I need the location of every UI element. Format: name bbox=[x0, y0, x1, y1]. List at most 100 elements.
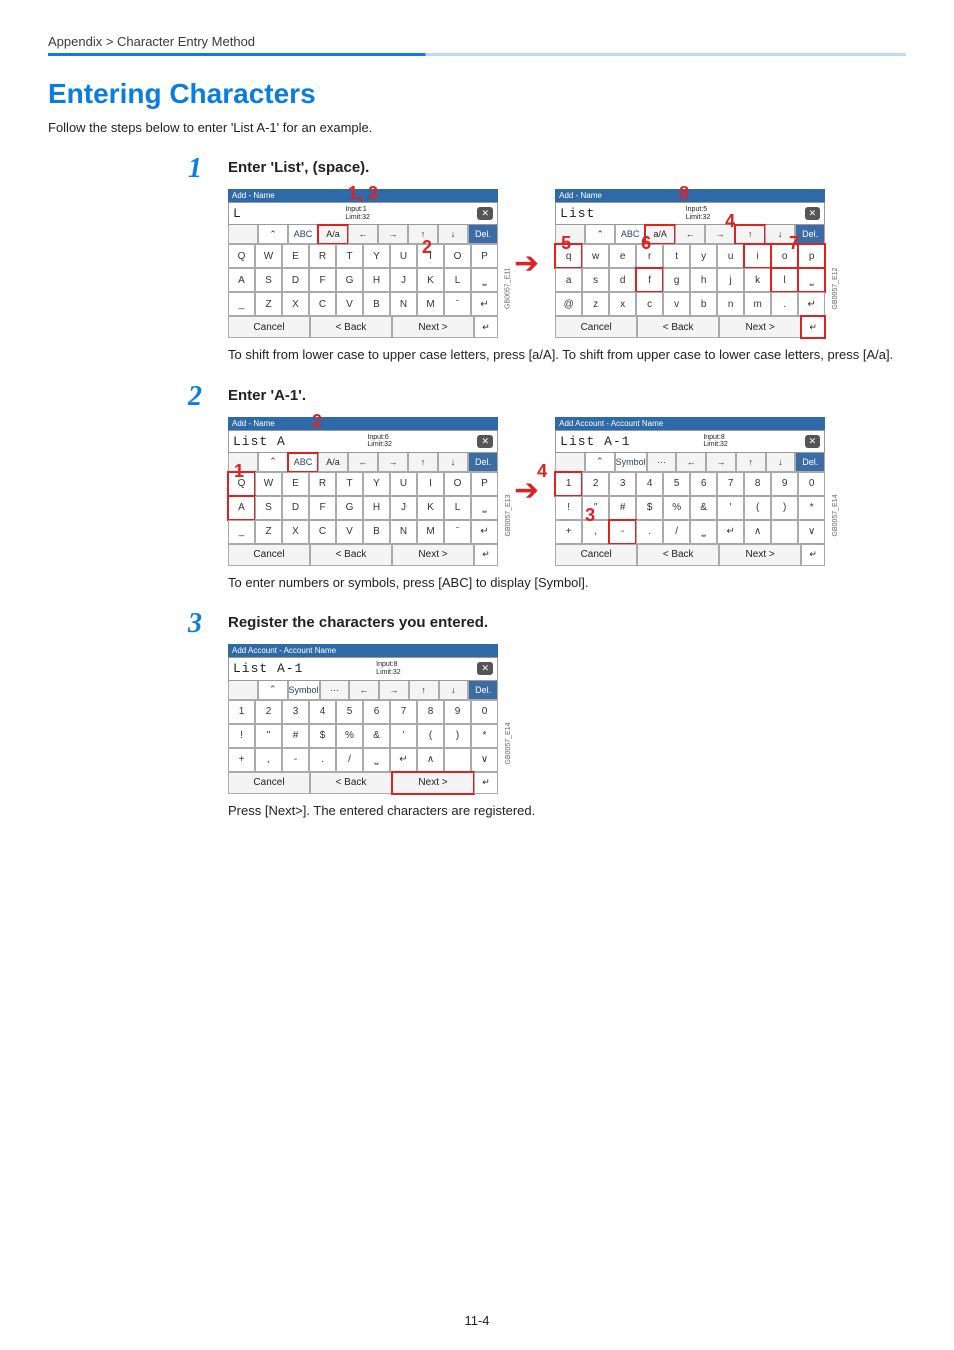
key[interactable]: V bbox=[336, 520, 363, 544]
enter-icon[interactable]: ↵ bbox=[801, 316, 825, 338]
key[interactable]: / bbox=[663, 520, 690, 544]
key[interactable]: ⎵ bbox=[798, 268, 825, 292]
key[interactable]: x bbox=[609, 292, 636, 316]
delete-button[interactable]: Del. bbox=[468, 225, 498, 244]
abc-mode-button[interactable]: ABC bbox=[288, 225, 318, 244]
key[interactable]: j bbox=[717, 268, 744, 292]
abc-mode-button[interactable]: ABC bbox=[288, 453, 318, 472]
key[interactable]: 2 bbox=[255, 700, 282, 724]
cancel-button[interactable]: Cancel bbox=[555, 544, 637, 566]
key[interactable]: $ bbox=[636, 496, 663, 520]
next-button[interactable]: Next > bbox=[392, 544, 474, 566]
key[interactable]: Z bbox=[255, 292, 282, 316]
key[interactable]: V bbox=[336, 292, 363, 316]
key[interactable]: ↵ bbox=[471, 292, 498, 316]
case-toggle-button[interactable]: A/a bbox=[318, 225, 348, 244]
key[interactable]: % bbox=[663, 496, 690, 520]
key[interactable]: w bbox=[582, 244, 609, 268]
key[interactable]: R bbox=[309, 244, 336, 268]
key[interactable]: * bbox=[471, 724, 498, 748]
key[interactable]: & bbox=[363, 724, 390, 748]
enter-icon[interactable]: ↵ bbox=[474, 544, 498, 566]
back-button[interactable]: < Back bbox=[310, 316, 392, 338]
key[interactable]: ' bbox=[717, 496, 744, 520]
cancel-button[interactable]: Cancel bbox=[555, 316, 637, 338]
key[interactable]: p bbox=[798, 244, 825, 268]
key[interactable]: 9 bbox=[771, 472, 798, 496]
key[interactable]: f bbox=[636, 268, 663, 292]
key[interactable]: A bbox=[228, 496, 255, 520]
key[interactable]: M bbox=[417, 292, 444, 316]
key[interactable]: 3 bbox=[282, 700, 309, 724]
key[interactable]: Y bbox=[363, 472, 390, 496]
key[interactable]: o bbox=[771, 244, 798, 268]
key[interactable]: N bbox=[390, 292, 417, 316]
key[interactable]: + bbox=[555, 520, 582, 544]
key[interactable]: u bbox=[717, 244, 744, 268]
key[interactable]: # bbox=[282, 724, 309, 748]
key[interactable]: i bbox=[744, 244, 771, 268]
arrow-right-icon[interactable]: → bbox=[706, 453, 736, 472]
close-icon[interactable]: ✕ bbox=[805, 435, 821, 448]
key[interactable]: . bbox=[309, 748, 336, 772]
key[interactable]: ∨ bbox=[471, 748, 498, 772]
key[interactable]: b bbox=[690, 292, 717, 316]
key[interactable]: ⎵ bbox=[363, 748, 390, 772]
caret-icon[interactable]: ⌃ bbox=[258, 681, 288, 700]
key[interactable]: & bbox=[690, 496, 717, 520]
key[interactable]: @ bbox=[555, 292, 582, 316]
caret-icon[interactable]: ⌃ bbox=[585, 453, 615, 472]
key[interactable]: E bbox=[282, 472, 309, 496]
delete-button[interactable]: Del. bbox=[468, 453, 498, 472]
key[interactable]: 3 bbox=[609, 472, 636, 496]
key[interactable]: G bbox=[336, 268, 363, 292]
back-button[interactable]: < Back bbox=[637, 544, 719, 566]
delete-button[interactable]: Del. bbox=[468, 681, 498, 700]
key[interactable]: 7 bbox=[717, 472, 744, 496]
key[interactable]: O bbox=[444, 472, 471, 496]
key[interactable]: C bbox=[309, 520, 336, 544]
key[interactable]: v bbox=[663, 292, 690, 316]
caret-icon[interactable]: ⌃ bbox=[258, 225, 288, 244]
key[interactable]: ↵ bbox=[798, 292, 825, 316]
back-button[interactable]: < Back bbox=[637, 316, 719, 338]
arrow-left-icon[interactable]: ← bbox=[675, 225, 705, 244]
arrow-left-icon[interactable]: ← bbox=[348, 225, 378, 244]
key[interactable]: 9 bbox=[444, 700, 471, 724]
key[interactable]: J bbox=[390, 268, 417, 292]
key[interactable]: ˉ bbox=[444, 292, 471, 316]
key[interactable]: m bbox=[744, 292, 771, 316]
key[interactable]: H bbox=[363, 268, 390, 292]
key[interactable]: ⎵ bbox=[690, 520, 717, 544]
key[interactable]: _ bbox=[228, 520, 255, 544]
key[interactable]: _ bbox=[228, 292, 255, 316]
key[interactable]: 8 bbox=[417, 700, 444, 724]
delete-button[interactable]: Del. bbox=[795, 453, 825, 472]
key[interactable]: ∧ bbox=[744, 520, 771, 544]
key[interactable]: F bbox=[309, 496, 336, 520]
key[interactable]: I bbox=[417, 472, 444, 496]
delete-button[interactable]: Del. bbox=[795, 225, 825, 244]
key[interactable]: " bbox=[255, 724, 282, 748]
arrow-up-icon[interactable]: ↑ bbox=[408, 225, 438, 244]
arrow-right-icon[interactable]: → bbox=[378, 225, 408, 244]
key[interactable]: F bbox=[309, 268, 336, 292]
key[interactable]: ˉ bbox=[444, 520, 471, 544]
key[interactable]: L bbox=[444, 268, 471, 292]
key[interactable]: I bbox=[417, 244, 444, 268]
key[interactable]: B bbox=[363, 520, 390, 544]
key[interactable]: Q bbox=[228, 472, 255, 496]
key[interactable]: s bbox=[582, 268, 609, 292]
key[interactable]: + bbox=[228, 748, 255, 772]
key[interactable]: ⎵ bbox=[471, 268, 498, 292]
next-button[interactable]: Next > bbox=[719, 316, 801, 338]
close-icon[interactable]: ✕ bbox=[805, 207, 821, 220]
next-button[interactable]: Next > bbox=[392, 772, 474, 794]
key[interactable]: $ bbox=[309, 724, 336, 748]
dots-button[interactable]: ··· bbox=[647, 453, 677, 472]
key[interactable]: 6 bbox=[363, 700, 390, 724]
key[interactable]: l bbox=[771, 268, 798, 292]
enter-icon[interactable]: ↵ bbox=[474, 316, 498, 338]
key[interactable]: ↵ bbox=[471, 520, 498, 544]
arrow-up-icon[interactable]: ↑ bbox=[409, 681, 439, 700]
